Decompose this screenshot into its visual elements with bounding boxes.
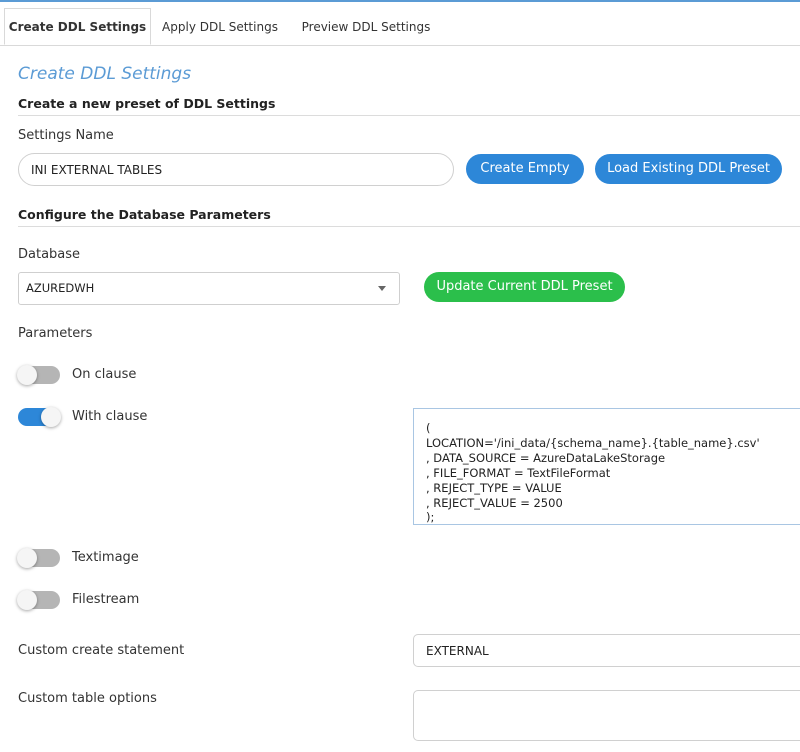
on-clause-label: On clause — [72, 367, 137, 382]
toggle-knob — [41, 407, 61, 427]
textimage-label: Textimage — [72, 550, 139, 565]
configure-database-heading: Configure the Database Parameters — [18, 207, 800, 227]
load-existing-ddl-preset-button[interactable]: Load Existing DDL Preset — [595, 154, 782, 184]
custom-create-statement-input[interactable] — [413, 634, 800, 667]
parameters-label: Parameters — [18, 326, 93, 341]
settings-name-input[interactable] — [18, 153, 454, 186]
with-clause-textarea[interactable]: ( LOCATION='/ini_data/{schema_name}.{tab… — [413, 408, 800, 525]
custom-table-options-label: Custom table options — [18, 691, 157, 706]
toggle-knob — [17, 365, 37, 385]
toggle-knob — [17, 590, 37, 610]
tab-apply-ddl-settings[interactable]: Apply DDL Settings — [157, 8, 283, 45]
settings-name-label: Settings Name — [18, 128, 114, 143]
with-clause-label: With clause — [72, 409, 148, 424]
create-empty-button[interactable]: Create Empty — [466, 154, 584, 184]
toggle-knob — [17, 548, 37, 568]
textimage-toggle[interactable] — [17, 548, 60, 568]
custom-table-options-textarea[interactable] — [413, 690, 800, 741]
filestream-label: Filestream — [72, 592, 140, 607]
database-label: Database — [18, 247, 81, 262]
tab-preview-ddl-settings[interactable]: Preview DDL Settings — [296, 8, 436, 45]
tab-bar: Create DDL Settings Apply DDL Settings P… — [0, 8, 800, 46]
on-clause-toggle[interactable] — [17, 365, 60, 385]
custom-create-statement-label: Custom create statement — [18, 643, 185, 658]
page-title: Create DDL Settings — [18, 64, 192, 84]
database-select-value: AZUREDWH — [26, 281, 95, 295]
caret-down-icon — [378, 286, 386, 291]
database-select[interactable]: AZUREDWH — [18, 272, 400, 305]
filestream-toggle[interactable] — [17, 590, 60, 610]
top-accent-line — [0, 0, 800, 2]
update-current-ddl-preset-button[interactable]: Update Current DDL Preset — [424, 272, 625, 302]
create-preset-heading: Create a new preset of DDL Settings — [18, 96, 800, 116]
with-clause-toggle[interactable] — [18, 407, 61, 427]
tab-create-ddl-settings[interactable]: Create DDL Settings — [4, 8, 151, 45]
